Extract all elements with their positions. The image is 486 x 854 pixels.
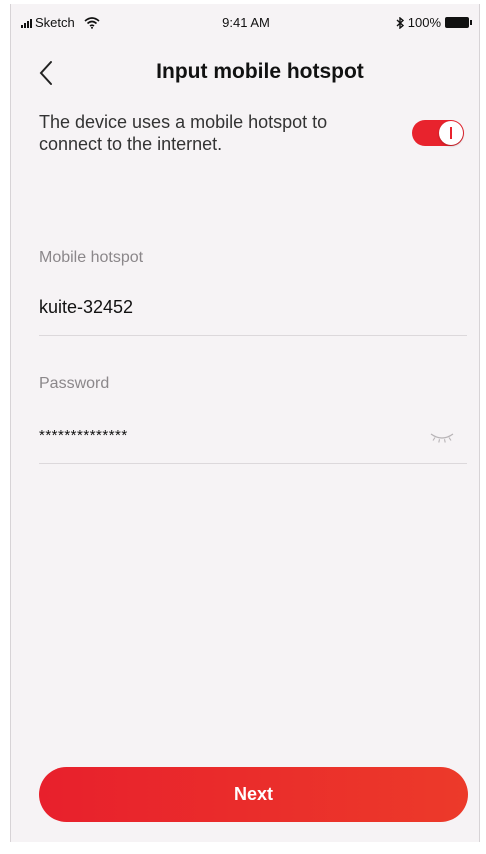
hotspot-input[interactable]: kuite-32452 (39, 297, 133, 318)
hotspot-label: Mobile hotspot (39, 249, 144, 266)
next-button[interactable]: Next (39, 767, 468, 822)
password-divider (39, 463, 467, 464)
password-label: Password (39, 375, 110, 392)
hotspot-divider (39, 335, 467, 336)
toggle-knob (439, 121, 463, 145)
page-title: Input mobile hotspot (156, 60, 364, 83)
battery-icon (445, 17, 472, 28)
hotspot-description: The device uses a mobile hotspot to conn… (39, 112, 328, 154)
status-right: 100% (396, 15, 472, 30)
password-input[interactable]: ************** (39, 427, 128, 444)
bluetooth-icon (396, 16, 404, 29)
hotspot-toggle[interactable] (412, 120, 464, 146)
phone-screen: Sketch 9:41 AM 100% Input mobile hotspot… (10, 4, 480, 842)
status-bar: Sketch 9:41 AM 100% (11, 4, 479, 38)
battery-percent: 100% (407, 15, 441, 30)
eye-closed-icon[interactable] (429, 430, 455, 444)
